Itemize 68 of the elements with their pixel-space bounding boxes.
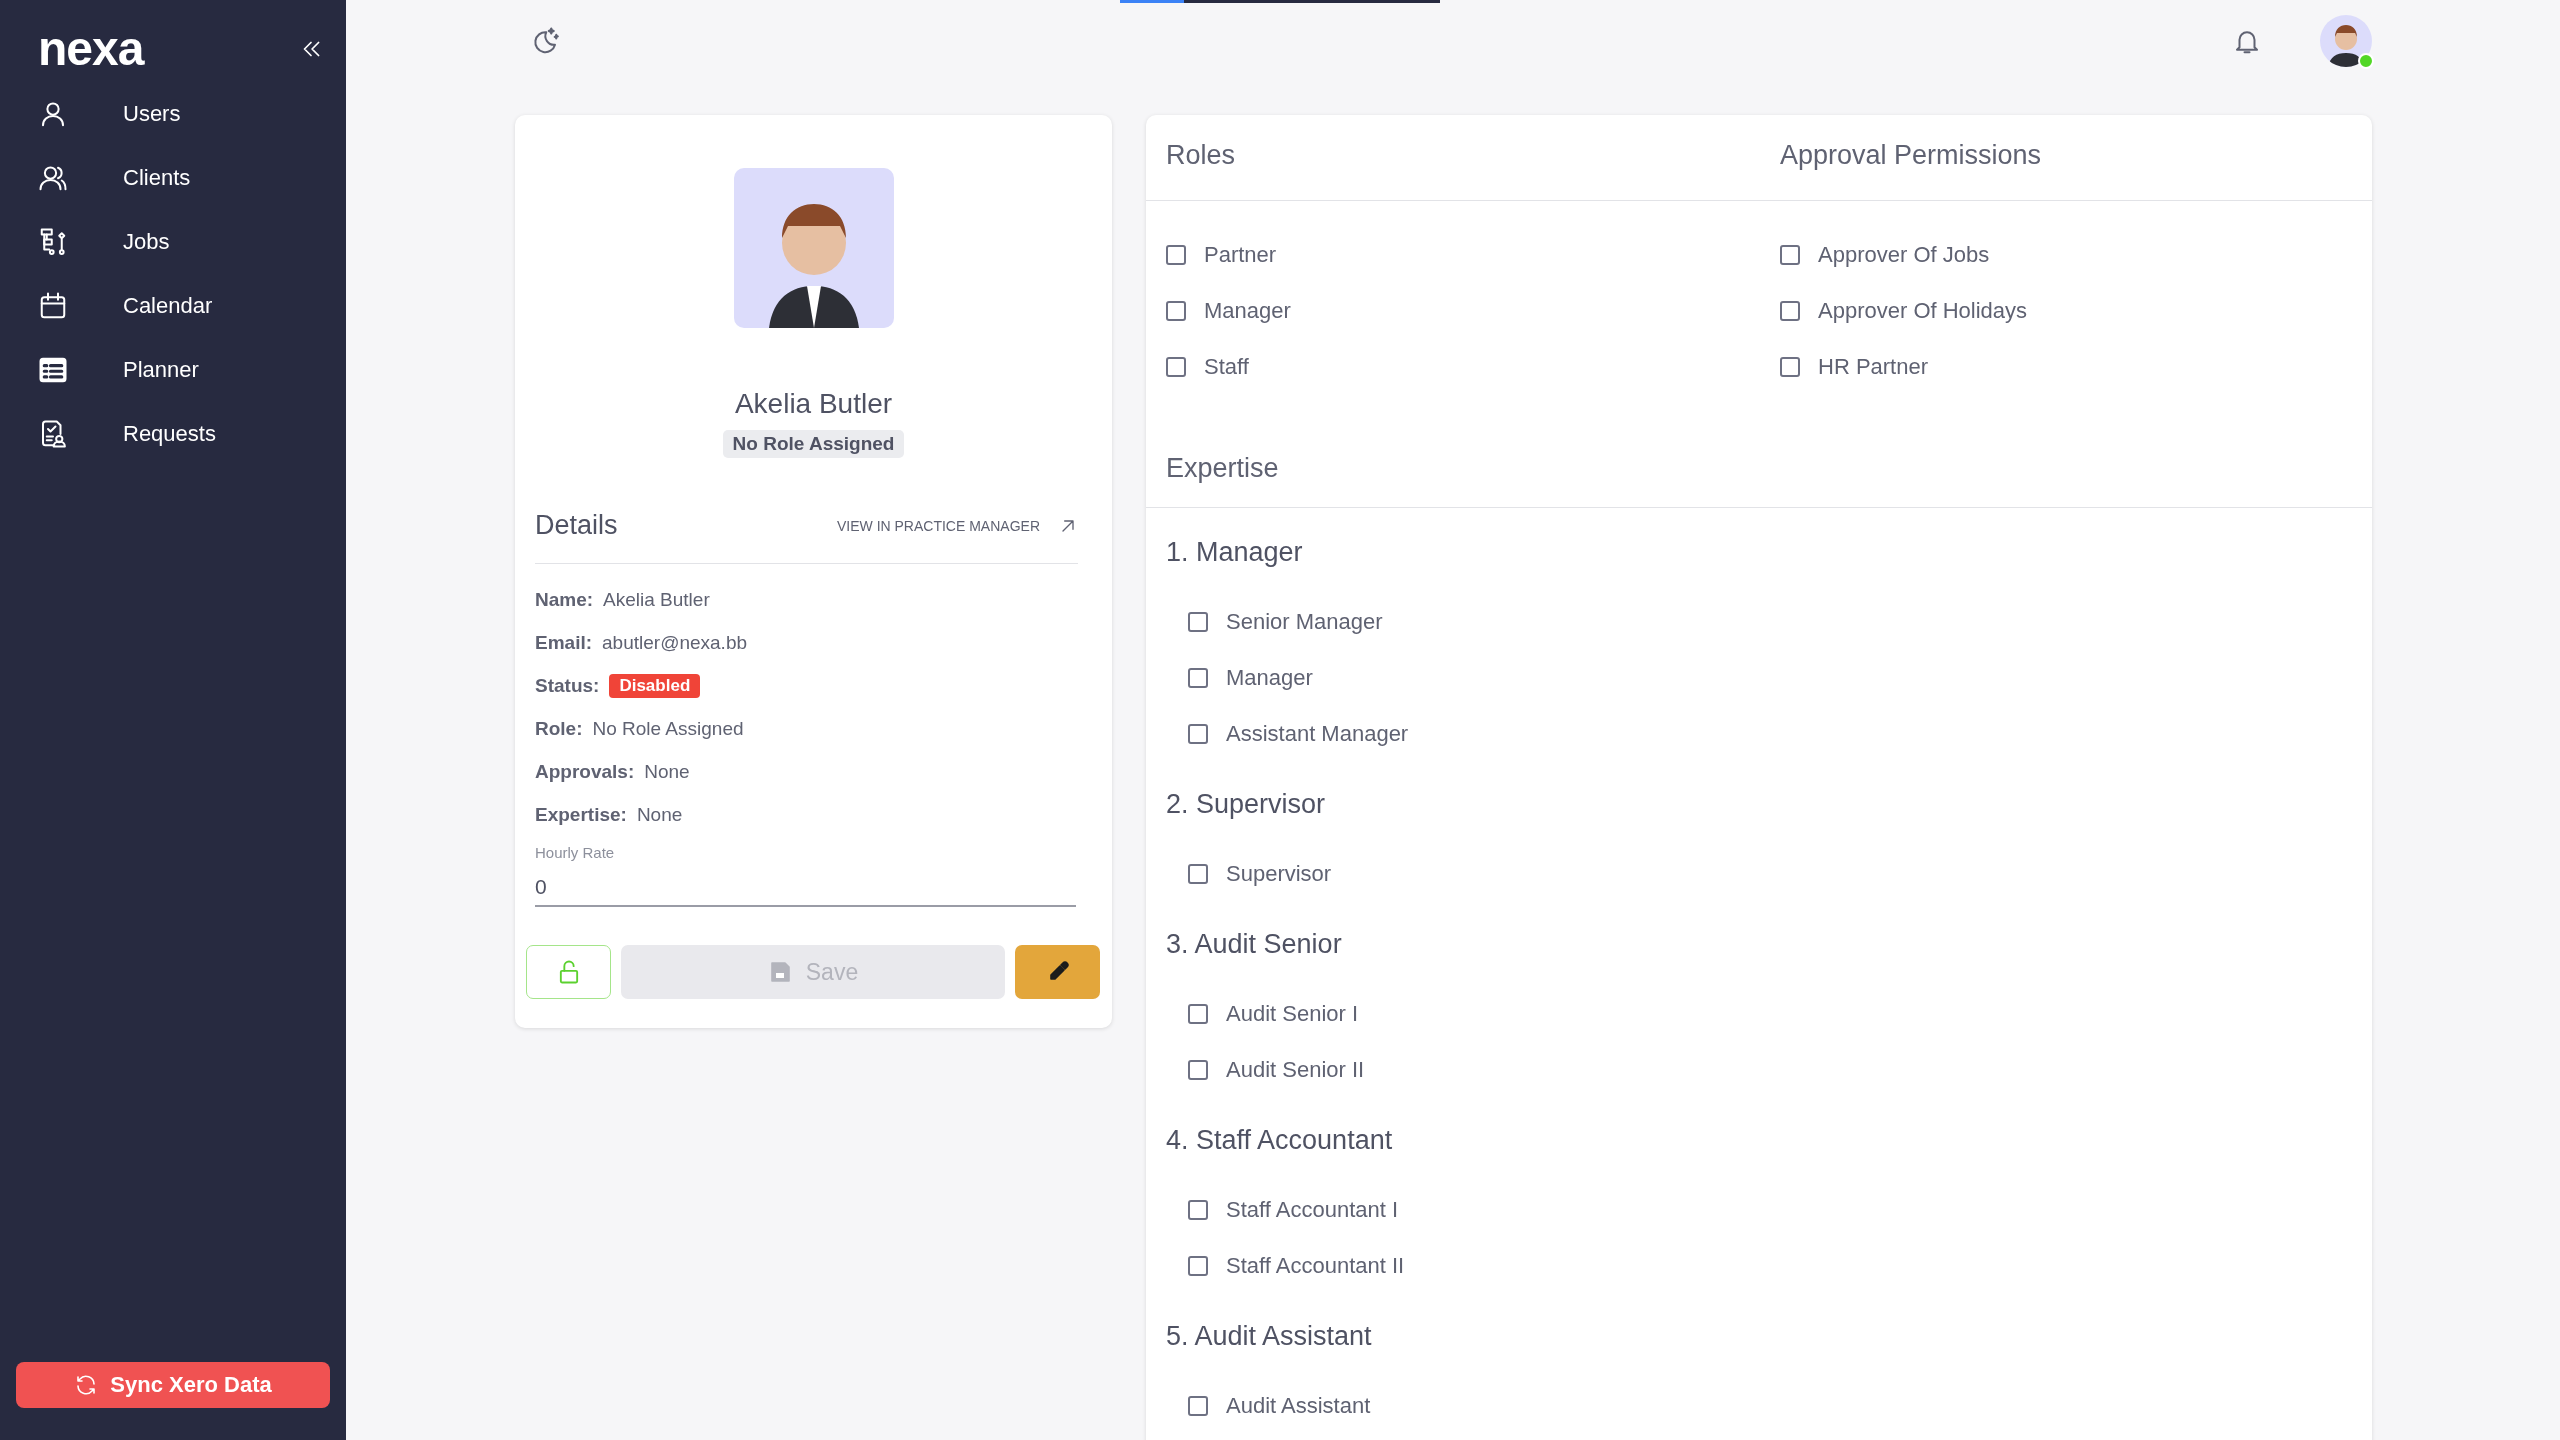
external-link[interactable]: VIEW IN PRACTICE MANAGER xyxy=(836,515,1078,536)
group-title: 3. Audit Senior xyxy=(1166,927,1343,961)
user-name: Akelia Butler xyxy=(734,388,893,420)
checkbox[interactable] xyxy=(1188,1004,1208,1024)
checkbox[interactable] xyxy=(1166,301,1186,321)
nav-item[interactable]: Jobs xyxy=(0,210,346,274)
role-badge: No Role Assigned xyxy=(722,430,905,458)
checkbox[interactable] xyxy=(1188,1396,1208,1416)
checkbox[interactable] xyxy=(1188,864,1208,884)
table-icon xyxy=(38,355,68,385)
field-value: None xyxy=(644,760,690,783)
checkbox-label: Partner xyxy=(1204,242,1277,268)
checkbox-label: Senior Manager xyxy=(1226,609,1383,635)
checkbox-label: Assistant Manager xyxy=(1226,721,1409,747)
field-value: None xyxy=(636,803,683,826)
section-title: Roles xyxy=(1166,140,1236,170)
nav-item[interactable]: Clients xyxy=(0,146,346,210)
checkbox-label: Manager xyxy=(1226,665,1313,691)
group-title: 2. Supervisor xyxy=(1166,787,1327,821)
checkbox[interactable] xyxy=(1188,1256,1208,1276)
checkbox-label: Staff xyxy=(1204,354,1249,380)
logo: nexa xyxy=(38,25,144,73)
hourly-rate-field[interactable]: Hourly Rate 0 xyxy=(535,844,1076,907)
field-label: Name: xyxy=(535,588,594,611)
checkbox[interactable] xyxy=(1166,245,1186,265)
field-label: Status: xyxy=(535,674,600,697)
checkbox-label: Audit Senior I xyxy=(1226,1001,1359,1027)
checkbox-label: HR Partner xyxy=(1818,354,1929,380)
nav-item[interactable]: Calendar xyxy=(0,274,346,338)
checkbox[interactable] xyxy=(1188,668,1208,688)
field-label: Expertise: xyxy=(535,803,627,826)
checkbox[interactable] xyxy=(1188,1060,1208,1080)
checkbox-label: Manager xyxy=(1204,298,1291,324)
checkbox[interactable] xyxy=(1188,1200,1208,1220)
section-title: Details xyxy=(535,510,618,541)
group-title: 1. Manager xyxy=(1166,535,1304,569)
avatar[interactable] xyxy=(2320,14,2372,67)
checkbox-label: Supervisor xyxy=(1226,861,1332,887)
checkbox[interactable] xyxy=(1188,612,1208,632)
checkbox-label: Audit Senior II xyxy=(1226,1057,1365,1083)
nav-item[interactable]: Users xyxy=(0,82,346,146)
users-icon xyxy=(38,163,68,193)
group-title: 5. Audit Assistant xyxy=(1166,1319,1373,1353)
nav-item[interactable]: Planner xyxy=(0,338,346,402)
checkbox-label: Approver Of Holidays xyxy=(1818,298,2028,324)
field-label: Approvals: xyxy=(535,760,635,783)
field-label: Email: xyxy=(535,631,593,654)
field-value: Akelia Butler xyxy=(603,588,710,611)
checkbox[interactable] xyxy=(1780,301,1800,321)
checkbox-label: Staff Accountant II xyxy=(1226,1253,1405,1279)
status-badge: Disabled xyxy=(609,673,701,698)
checkbox[interactable] xyxy=(1188,724,1208,744)
field-value: abutler@nexa.bb xyxy=(602,631,748,654)
nav-item[interactable]: Requests xyxy=(0,402,346,466)
flowchart-icon xyxy=(38,227,68,257)
checkbox[interactable] xyxy=(1780,357,1800,377)
field-value: No Role Assigned xyxy=(592,717,744,740)
section-title: Expertise xyxy=(1166,453,1279,483)
checkbox-label: Staff Accountant I xyxy=(1226,1197,1399,1223)
section-title: Approval Permissions xyxy=(1780,140,2042,170)
checkbox[interactable] xyxy=(1166,357,1186,377)
group-title: 4. Staff Accountant xyxy=(1166,1123,1394,1157)
edit-button[interactable] xyxy=(1015,945,1100,999)
checkbox-label: Audit Assistant xyxy=(1226,1393,1371,1419)
field-label: Role: xyxy=(535,717,583,740)
calendar-icon xyxy=(38,291,68,321)
checkbox-label: Approver Of Jobs xyxy=(1818,242,1990,268)
checkbox[interactable] xyxy=(1780,245,1800,265)
